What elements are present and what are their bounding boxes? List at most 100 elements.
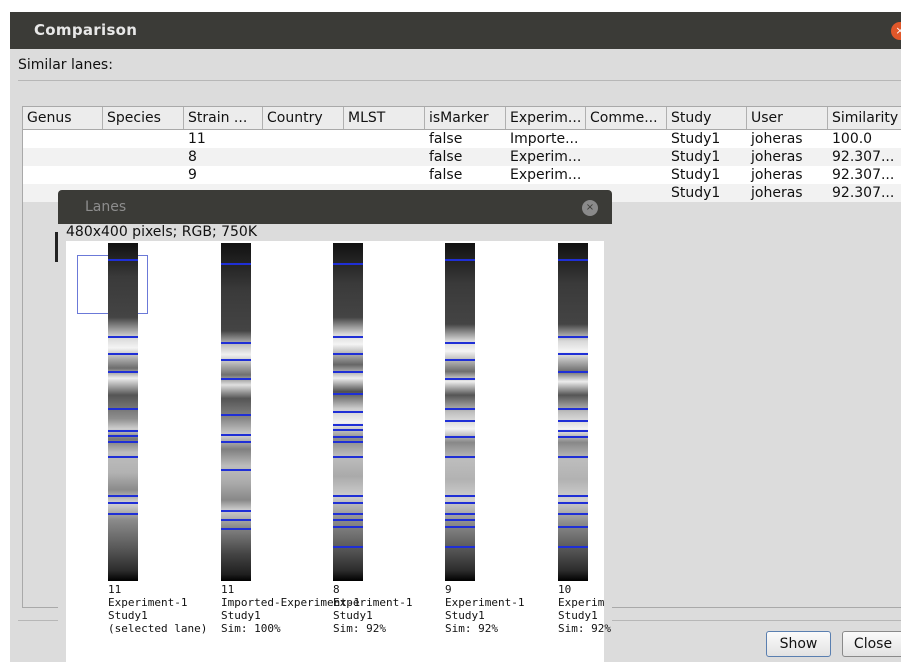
lane-band — [558, 546, 588, 548]
column-header-study[interactable]: Study — [667, 107, 747, 129]
close-window-icon[interactable]: × — [891, 22, 901, 40]
lane-band — [333, 502, 363, 504]
lane-caption-study: Study1 — [558, 609, 598, 622]
cell-user: joheras — [751, 131, 803, 147]
column-header-genus[interactable]: Genus — [23, 107, 103, 129]
lane-band — [558, 408, 588, 410]
column-header-ismarker[interactable]: isMarker — [425, 107, 506, 129]
lanes-window: Lanes × 480x400 pixels; RGB; 750K 11 Expe… — [58, 190, 612, 662]
lane-caption-study: Study1 — [108, 609, 148, 622]
column-header-similarity[interactable]: Similarity — [828, 107, 901, 129]
lane-caption: 8 Experiment-1 Study1 Sim: 92% — [333, 583, 412, 635]
lane-band — [221, 510, 251, 512]
lane-band — [558, 526, 588, 528]
lane-band — [108, 513, 138, 515]
gel-lane-3[interactable] — [333, 243, 363, 581]
lane-caption-extra: (selected lane) — [108, 622, 208, 635]
lane-band — [445, 359, 475, 361]
lane-caption: 9 Experiment-1 Study1 Sim: 92% — [445, 583, 524, 635]
lane-band — [333, 371, 363, 373]
lane-band — [558, 495, 588, 497]
lane-band — [108, 456, 138, 458]
lane-band — [445, 546, 475, 548]
cell-similarity: 92.307... — [832, 149, 895, 165]
lanes-title-bar: Lanes × — [58, 190, 612, 224]
cell-user: joheras — [751, 185, 803, 201]
cell-similarity: 92.307... — [832, 167, 895, 183]
cell-strain: 8 — [188, 149, 197, 165]
cell-similarity: 92.307... — [832, 185, 895, 201]
lane-caption: 10 Experim Study1 Sim: 92% — [558, 583, 611, 635]
lane-caption-number: 9 — [445, 583, 452, 596]
cell-experiment: Importe... — [510, 131, 579, 147]
gel-lane-4[interactable] — [445, 243, 475, 581]
lane-caption-study: Study1 — [333, 609, 373, 622]
cell-ismarker: false — [429, 167, 463, 183]
cell-ismarker: false — [429, 131, 463, 147]
lane-caption-number: 11 — [108, 583, 122, 596]
column-header-experiment[interactable]: Experim... — [506, 107, 586, 129]
gel-lane-5[interactable] — [558, 243, 588, 581]
close-button[interactable]: Close — [842, 631, 901, 657]
cell-ismarker: false — [429, 149, 463, 165]
column-header-species[interactable]: Species — [103, 107, 184, 129]
lane-caption-number: 8 — [333, 583, 340, 596]
lane-band — [558, 513, 588, 515]
lane-band — [221, 441, 251, 443]
lane-band — [333, 546, 363, 548]
table-row[interactable]: 11 false Importe... Study1 joheras 100.0 — [23, 130, 901, 148]
lane-caption-study: Study1 — [445, 609, 485, 622]
lane-band — [333, 519, 363, 521]
lane-band — [558, 456, 588, 458]
lane-band — [333, 456, 363, 458]
lane-band — [445, 259, 475, 261]
column-header-strain[interactable]: Strain ... — [184, 107, 263, 129]
lane-band — [445, 342, 475, 344]
lane-band — [108, 353, 138, 355]
lane-band — [108, 371, 138, 373]
lane-caption-extra: Sim: 92% — [558, 622, 611, 635]
gel-lane-2[interactable] — [221, 243, 251, 581]
lane-band — [108, 435, 138, 437]
lane-band — [108, 336, 138, 338]
show-button[interactable]: Show — [766, 631, 831, 657]
lane-caption-experiment: Experiment-1 — [445, 596, 525, 609]
lane-caption: 11 Experiment-1 Study1 (selected lane) — [108, 583, 207, 635]
lane-band — [558, 336, 588, 338]
lane-caption-experiment: Experim — [558, 596, 605, 609]
lanes-image: 11 Experiment-1 Study1 (selected lane) 11 Imp… — [66, 241, 611, 662]
lane-band — [108, 408, 138, 410]
lane-band — [108, 430, 138, 432]
lane-band — [558, 420, 588, 422]
lane-band — [221, 434, 251, 436]
lane-band — [333, 424, 363, 426]
title-bar: Comparison × — [10, 12, 901, 49]
lane-caption-number: 10 — [558, 583, 572, 596]
lane-band — [445, 502, 475, 504]
column-header-user[interactable]: User — [747, 107, 828, 129]
gel-lane-1[interactable] — [108, 243, 138, 581]
similar-lanes-label: Similar lanes: — [18, 57, 113, 73]
lane-band — [445, 436, 475, 438]
table-row[interactable]: 9 false Experim... Study1 joheras 92.307… — [23, 166, 901, 184]
lane-band — [333, 495, 363, 497]
lane-band — [333, 429, 363, 431]
lane-band — [445, 526, 475, 528]
close-lanes-icon[interactable]: × — [582, 200, 598, 216]
cell-strain: 11 — [188, 131, 206, 147]
column-header-comments[interactable]: Comme... — [586, 107, 667, 129]
table-row[interactable]: 8 false Experim... Study1 joheras 92.307… — [23, 148, 901, 166]
column-header-mlst[interactable]: MLST — [344, 107, 425, 129]
lane-band — [445, 408, 475, 410]
lane-band — [333, 353, 363, 355]
column-header-country[interactable]: Country — [263, 107, 344, 129]
lane-band — [558, 353, 588, 355]
lane-band — [108, 495, 138, 497]
lane-band — [558, 259, 588, 261]
lane-band — [221, 528, 251, 530]
lane-band — [333, 441, 363, 443]
cell-study: Study1 — [671, 149, 721, 165]
lane-band — [558, 502, 588, 504]
lane-band — [445, 420, 475, 422]
cell-study: Study1 — [671, 131, 721, 147]
